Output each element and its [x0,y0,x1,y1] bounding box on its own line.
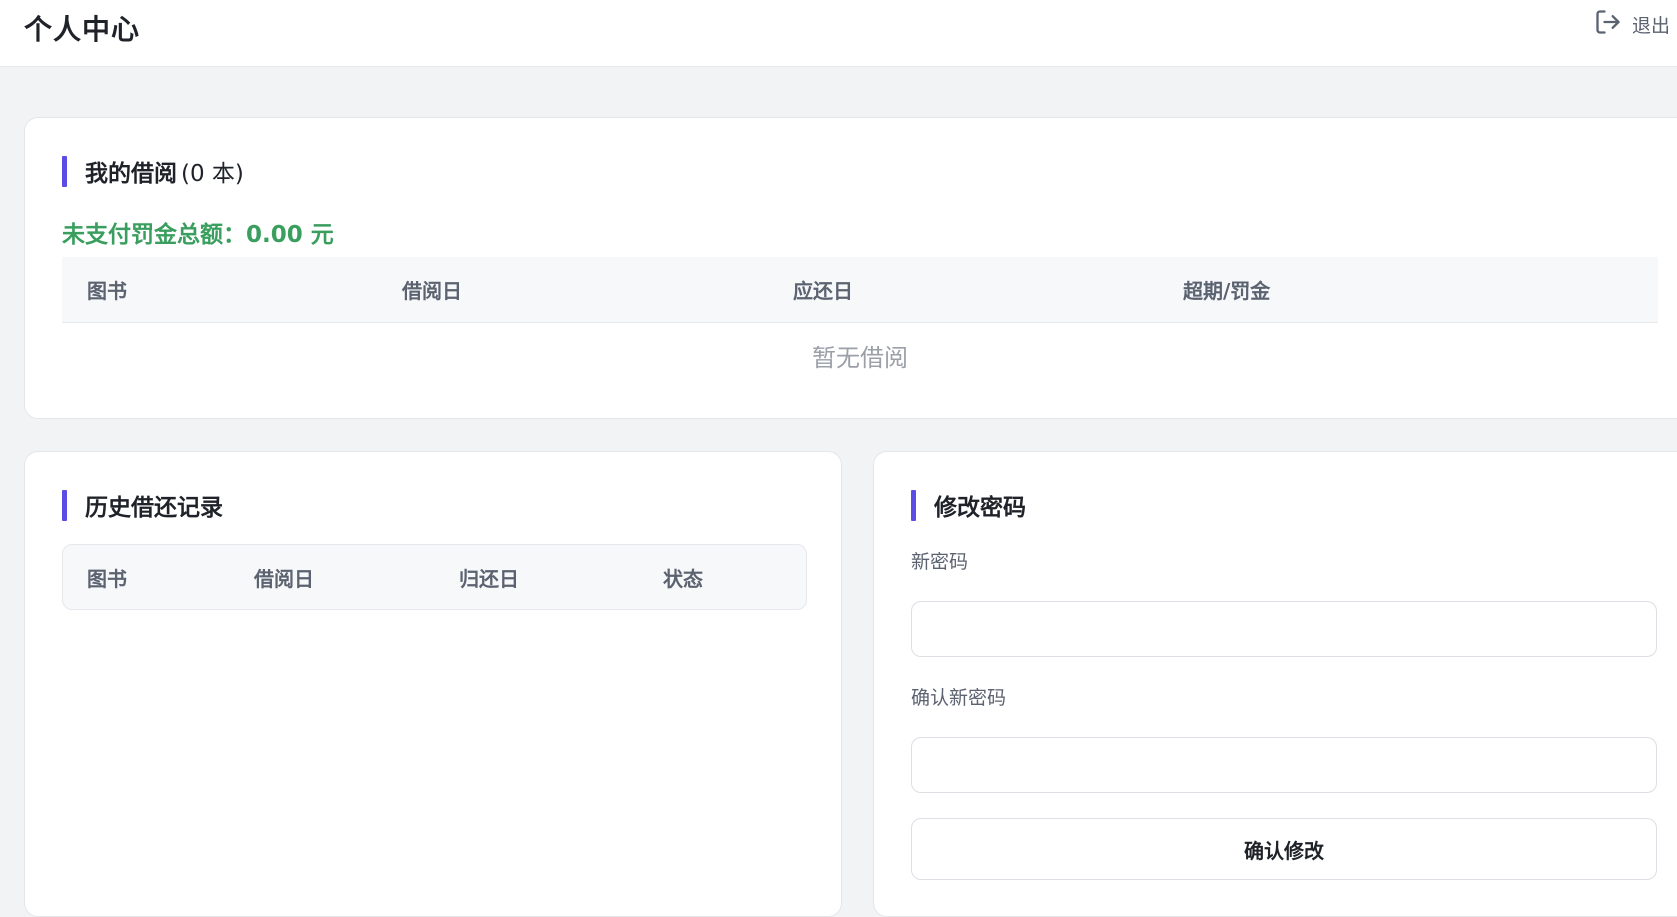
confirm-password-input[interactable] [911,737,1657,793]
column-header-status: 状态 [663,566,703,591]
my-borrowing-title-text: 我的借阅 [85,161,177,187]
change-password-card: 修改密码 新密码 确认新密码 确认修改 [873,451,1677,917]
my-borrowing-title: 我的借阅 (0 本) [62,154,244,188]
my-borrowing-card: 我的借阅 (0 本) 未支付罚金总额：0.00 元 图书 借阅日 应还日 超期/… [24,117,1677,419]
borrowing-table-header: 图书 借阅日 应还日 超期/罚金 [62,257,1658,323]
title-accent-bar [62,489,67,521]
column-header-overdue-fine: 超期/罚金 [1183,279,1271,303]
change-password-title: 修改密码 [911,488,1026,522]
history-title-text: 历史借还记录 [85,495,223,521]
column-header-borrow-date: 借阅日 [254,566,314,591]
column-header-due-date: 应还日 [793,279,853,303]
history-table-header: 图书 借阅日 归还日 状态 [62,544,807,610]
confirm-change-button[interactable]: 确认修改 [911,818,1657,880]
column-header-return-date: 归还日 [459,566,519,591]
logout-button[interactable]: 退出 [1594,8,1670,40]
column-header-book: 图书 [87,566,127,591]
title-accent-bar [62,155,67,187]
title-accent-bar [911,489,916,521]
logout-label: 退出 [1632,14,1671,37]
confirm-password-label: 确认新密码 [911,687,1007,709]
change-password-title-text: 修改密码 [934,495,1026,521]
top-bar: 个人中心 退出 [0,0,1677,67]
new-password-label: 新密码 [911,551,969,573]
column-header-book: 图书 [87,279,127,303]
history-card: 历史借还记录 图书 借阅日 归还日 状态 [24,451,842,917]
empty-borrowing-message: 暂无借阅 [812,344,908,372]
new-password-input[interactable] [911,601,1657,657]
borrow-count: (0 本) [181,161,244,187]
page-title: 个人中心 [24,13,141,46]
unpaid-fine-total: 未支付罚金总额：0.00 元 [62,222,334,248]
history-title: 历史借还记录 [62,488,223,522]
logout-icon [1594,8,1622,41]
column-header-borrow-date: 借阅日 [402,279,462,303]
